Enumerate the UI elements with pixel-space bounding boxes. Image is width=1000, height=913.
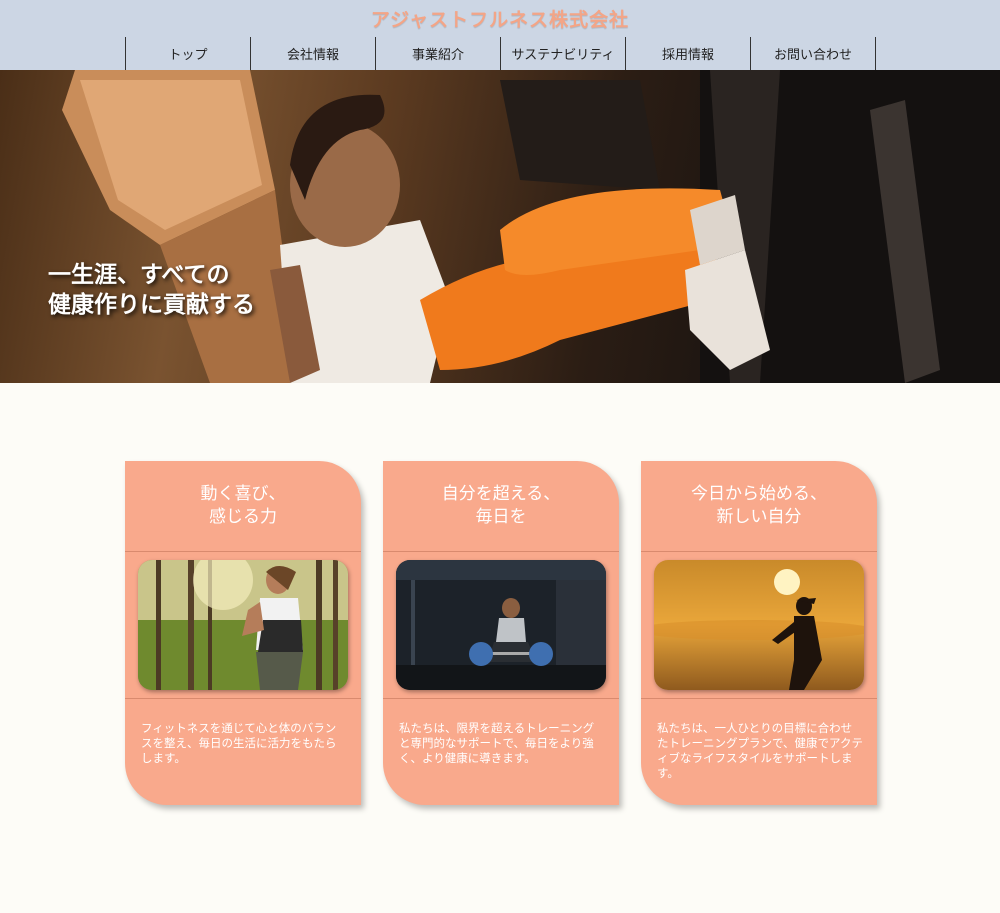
card-title: 今日から始める、 新しい自分 (691, 484, 827, 527)
card-photo-runner-forest (138, 560, 348, 690)
feature-card-joy: 動く喜び、 感じる力 フィットネスを通じて心と体のバランスを整え、毎日の生活に活… (125, 461, 361, 805)
card-title: 自分を超える、 毎日を (441, 484, 561, 527)
card-photo-runner-sunset (654, 560, 864, 690)
hero-tagline: 一生涯、すべての 健康作りに貢献する (48, 260, 255, 320)
main-nav: トップ 会社情報 事業紹介 サステナビリティ 採用情報 お問い合わせ (125, 37, 876, 70)
feature-card-new-self: 今日から始める、 新しい自分 私たちは、一人ひとりの目標に合わせたトレーニングプ… (641, 461, 877, 805)
nav-item-contact[interactable]: お問い合わせ (751, 37, 876, 70)
card-divider (641, 551, 877, 552)
brand-logo-text[interactable]: アジャストフルネス株式会社 (0, 5, 1000, 32)
nav-item-recruit[interactable]: 採用情報 (626, 37, 751, 70)
nav-item-top[interactable]: トップ (126, 37, 251, 70)
card-divider (383, 551, 619, 552)
card-divider (641, 698, 877, 699)
card-divider (125, 551, 361, 552)
card-photo-weightlifter-gym (396, 560, 606, 690)
hero-tagline-line2: 健康作りに貢献する (48, 292, 255, 318)
feature-card-challenge: 自分を超える、 毎日を 私たちは、限界を超えるトレーニングと専門的なサポートで、… (383, 461, 619, 805)
nav-item-company[interactable]: 会社情報 (251, 37, 376, 70)
hero-tagline-line1: 一生涯、すべての (48, 262, 230, 288)
card-divider (125, 698, 361, 699)
hero-photo-woman-leg-press (62, 70, 1000, 383)
site-header: アジャストフルネス株式会社 トップ 会社情報 事業紹介 サステナビリティ 採用情… (0, 0, 1000, 70)
nav-item-business[interactable]: 事業紹介 (376, 37, 501, 70)
card-title: 動く喜び、 感じる力 (200, 484, 286, 527)
card-description: フィットネスを通じて心と体のバランスを整え、毎日の生活に活力をもたらします。 (141, 721, 337, 765)
card-description: 私たちは、限界を超えるトレーニングと専門的なサポートで、毎日をより強く、より健康… (399, 721, 595, 765)
card-description: 私たちは、一人ひとりの目標に合わせたトレーニングプランで、健康でアクティブなライ… (657, 721, 863, 780)
card-divider (383, 698, 619, 699)
hero-banner: 一生涯、すべての 健康作りに貢献する (0, 70, 1000, 383)
nav-item-sustainability[interactable]: サステナビリティ (501, 37, 626, 70)
